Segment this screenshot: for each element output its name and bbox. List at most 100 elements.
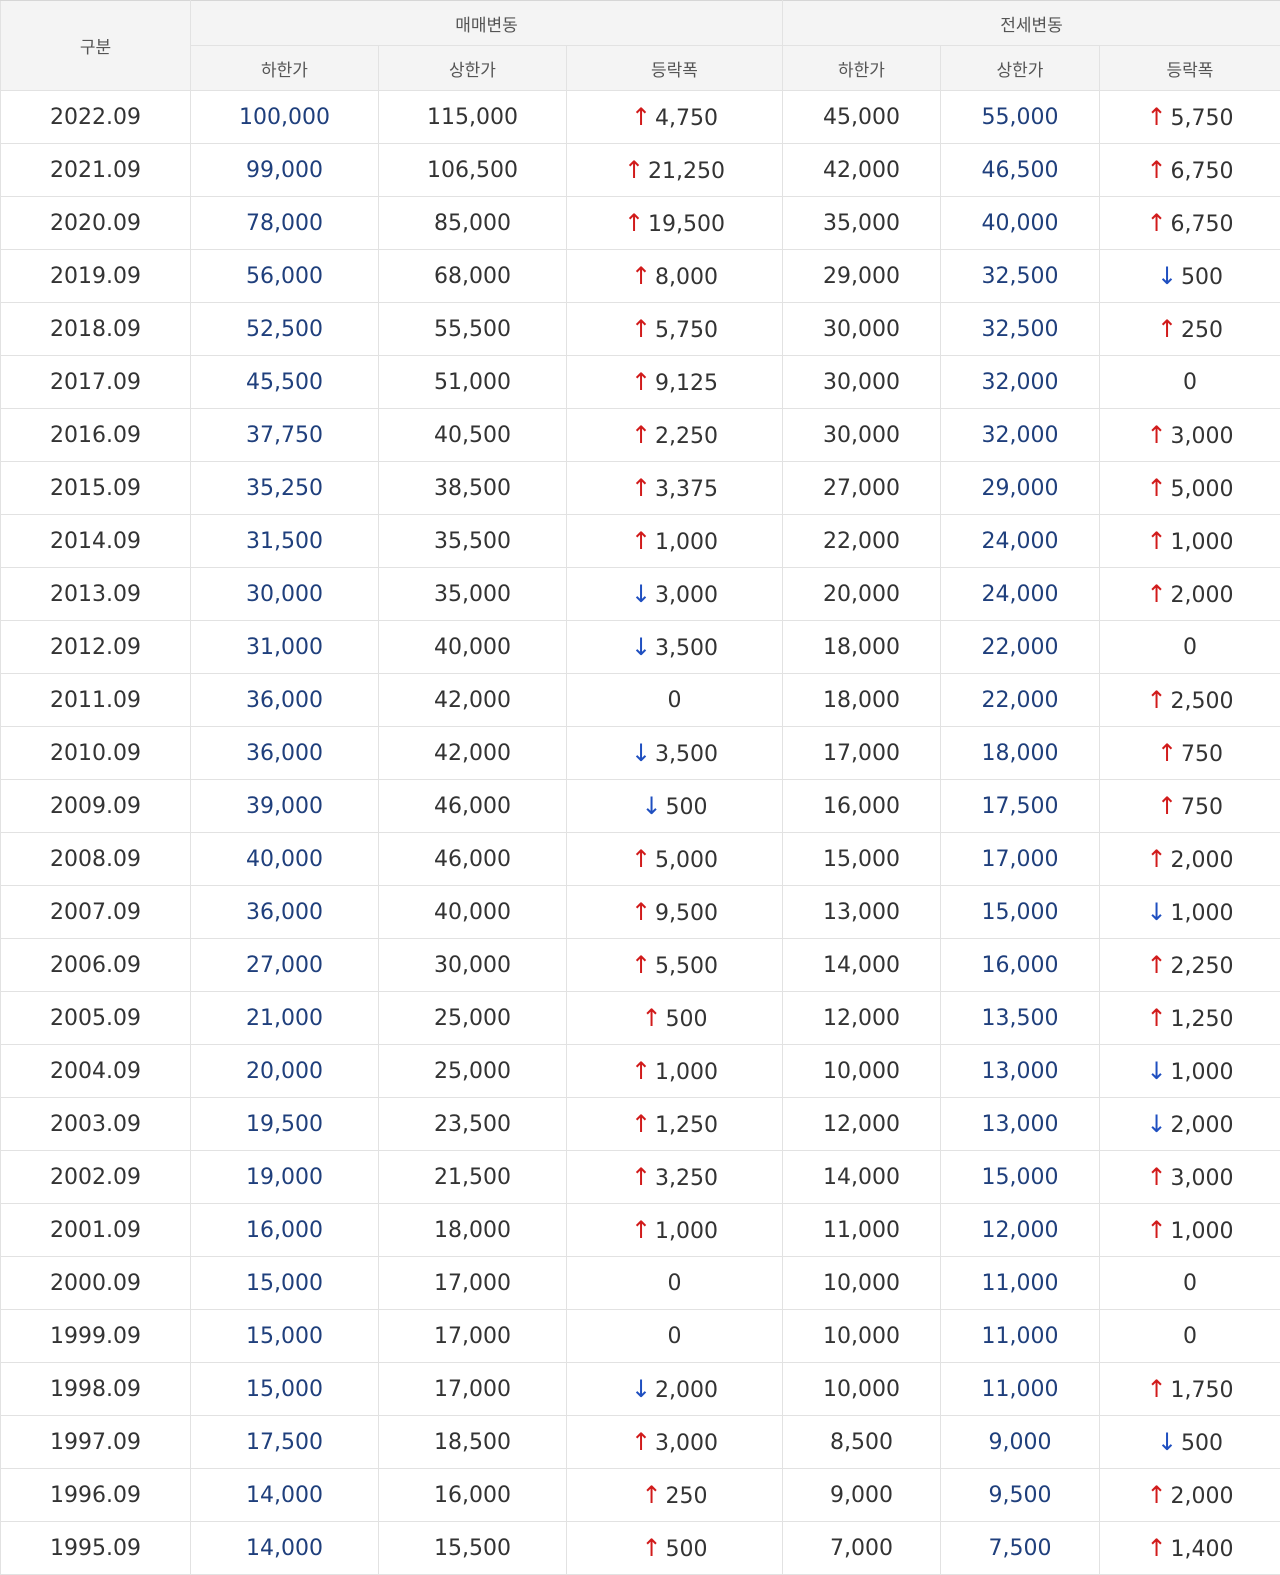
- period-cell: 2005.09: [1, 992, 191, 1045]
- arrow-down-icon: ↓: [1147, 898, 1165, 926]
- sale-high-cell: 106,500: [379, 144, 567, 197]
- period-cell: 2008.09: [1, 833, 191, 886]
- jeonse-change-cell: ↑1,000: [1100, 515, 1280, 568]
- arrow-up-icon: ↑: [642, 1534, 660, 1562]
- arrow-down-icon: ↓: [1147, 1057, 1165, 1085]
- sale-change-value: 21,250: [648, 159, 725, 184]
- arrow-up-icon: ↑: [631, 898, 649, 926]
- jeonse-high-cell: 17,000: [941, 833, 1100, 886]
- sale-change-value: 9,125: [655, 371, 718, 396]
- arrow-up-icon: ↑: [1147, 1163, 1165, 1191]
- sale-low-cell: 20,000: [191, 1045, 379, 1098]
- table-body: 2022.09100,000115,000↑4,75045,00055,000↑…: [1, 91, 1280, 1575]
- jeonse-high-cell: 55,000: [941, 91, 1100, 144]
- period-cell: 2004.09: [1, 1045, 191, 1098]
- arrow-up-icon: ↑: [631, 951, 649, 979]
- period-cell: 2015.09: [1, 462, 191, 515]
- period-cell: 2007.09: [1, 886, 191, 939]
- sale-high-cell: 25,000: [379, 992, 567, 1045]
- jeonse-change-cell: ↑2,000: [1100, 568, 1280, 621]
- jeonse-change-cell: ↑750: [1100, 727, 1280, 780]
- sale-low-cell: 31,500: [191, 515, 379, 568]
- jeonse-change-value: 250: [1181, 318, 1223, 343]
- jeonse-change-cell: ↑750: [1100, 780, 1280, 833]
- jeonse-change-cell: ↑6,750: [1100, 197, 1280, 250]
- jeonse-change-cell: ↑2,000: [1100, 833, 1280, 886]
- table-row: 2021.0999,000106,500↑21,25042,00046,500↑…: [1, 144, 1280, 197]
- jeonse-low-cell: 29,000: [783, 250, 941, 303]
- jeonse-change-cell: ↓2,000: [1100, 1098, 1280, 1151]
- jeonse-change-value: 3,000: [1171, 424, 1234, 449]
- table-row: 2002.0919,00021,500↑3,25014,00015,000↑3,…: [1, 1151, 1280, 1204]
- sale-change-cell: ↑5,500: [567, 939, 783, 992]
- period-cell: 1999.09: [1, 1310, 191, 1363]
- sale-change-value: 3,250: [655, 1166, 718, 1191]
- jeonse-high-cell: 17,500: [941, 780, 1100, 833]
- sale-change-value: 3,000: [655, 583, 718, 608]
- period-cell: 2021.09: [1, 144, 191, 197]
- jeonse-change-value: 5,750: [1171, 106, 1234, 131]
- jeonse-low-cell: 12,000: [783, 1098, 941, 1151]
- table-row: 2010.0936,00042,000↓3,50017,00018,000↑75…: [1, 727, 1280, 780]
- jeonse-high-cell: 13,500: [941, 992, 1100, 1045]
- arrow-up-icon: ↑: [631, 474, 649, 502]
- table-row: 1998.0915,00017,000↓2,00010,00011,000↑1,…: [1, 1363, 1280, 1416]
- jeonse-low-cell: 45,000: [783, 91, 941, 144]
- jeonse-change-cell: ↑3,000: [1100, 409, 1280, 462]
- jeonse-low-header: 하한가: [783, 46, 941, 91]
- jeonse-high-cell: 22,000: [941, 674, 1100, 727]
- sale-high-cell: 17,000: [379, 1257, 567, 1310]
- sale-low-cell: 56,000: [191, 250, 379, 303]
- period-cell: 2020.09: [1, 197, 191, 250]
- sale-high-cell: 25,000: [379, 1045, 567, 1098]
- jeonse-high-cell: 24,000: [941, 515, 1100, 568]
- sale-change-cell: ↓2,000: [567, 1363, 783, 1416]
- sale-low-cell: 21,000: [191, 992, 379, 1045]
- jeonse-high-cell: 15,000: [941, 1151, 1100, 1204]
- category-header: 구분: [1, 1, 191, 91]
- period-cell: 2003.09: [1, 1098, 191, 1151]
- sale-change-value: 1,000: [655, 1219, 718, 1244]
- sale-change-cell: 0: [567, 1257, 783, 1310]
- price-history-table: 구분 매매변동 전세변동 하한가 상한가 등락폭 하한가 상한가 등락폭 202…: [0, 0, 1280, 1575]
- period-cell: 1998.09: [1, 1363, 191, 1416]
- arrow-up-icon: ↑: [631, 262, 649, 290]
- jeonse-change-value: 2,000: [1171, 583, 1234, 608]
- jeonse-low-cell: 7,000: [783, 1522, 941, 1575]
- table-row: 2003.0919,50023,500↑1,25012,00013,000↓2,…: [1, 1098, 1280, 1151]
- sale-change-cell: ↑250: [567, 1469, 783, 1522]
- table-row: 2019.0956,00068,000↑8,00029,00032,500↓50…: [1, 250, 1280, 303]
- arrow-up-icon: ↑: [1147, 421, 1165, 449]
- arrow-up-icon: ↑: [1147, 103, 1165, 131]
- sale-high-cell: 40,500: [379, 409, 567, 462]
- sale-change-cell: ↑8,000: [567, 250, 783, 303]
- jeonse-low-cell: 30,000: [783, 356, 941, 409]
- jeonse-high-cell: 40,000: [941, 197, 1100, 250]
- period-cell: 2000.09: [1, 1257, 191, 1310]
- jeonse-change-cell: ↓500: [1100, 1416, 1280, 1469]
- arrow-down-icon: ↓: [1157, 262, 1175, 290]
- jeonse-change-value: 1,000: [1171, 1060, 1234, 1085]
- sale-change-value: 3,500: [655, 636, 718, 661]
- arrow-up-icon: ↑: [624, 156, 642, 184]
- jeonse-low-cell: 10,000: [783, 1045, 941, 1098]
- sale-change-cell: ↑19,500: [567, 197, 783, 250]
- sale-low-cell: 15,000: [191, 1363, 379, 1416]
- sale-high-cell: 46,000: [379, 780, 567, 833]
- jeonse-high-cell: 22,000: [941, 621, 1100, 674]
- sale-change-cell: 0: [567, 674, 783, 727]
- sale-change-value: 5,000: [655, 848, 718, 873]
- arrow-up-icon: ↑: [631, 368, 649, 396]
- sale-high-cell: 35,500: [379, 515, 567, 568]
- sale-low-cell: 30,000: [191, 568, 379, 621]
- jeonse-high-cell: 46,500: [941, 144, 1100, 197]
- jeonse-low-cell: 10,000: [783, 1363, 941, 1416]
- jeonse-low-cell: 18,000: [783, 674, 941, 727]
- arrow-down-icon: ↓: [642, 792, 660, 820]
- arrow-up-icon: ↑: [1157, 315, 1175, 343]
- arrow-up-icon: ↑: [631, 103, 649, 131]
- arrow-up-icon: ↑: [1147, 1375, 1165, 1403]
- jeonse-low-cell: 15,000: [783, 833, 941, 886]
- sale-low-cell: 14,000: [191, 1469, 379, 1522]
- jeonse-change-value: 6,750: [1171, 159, 1234, 184]
